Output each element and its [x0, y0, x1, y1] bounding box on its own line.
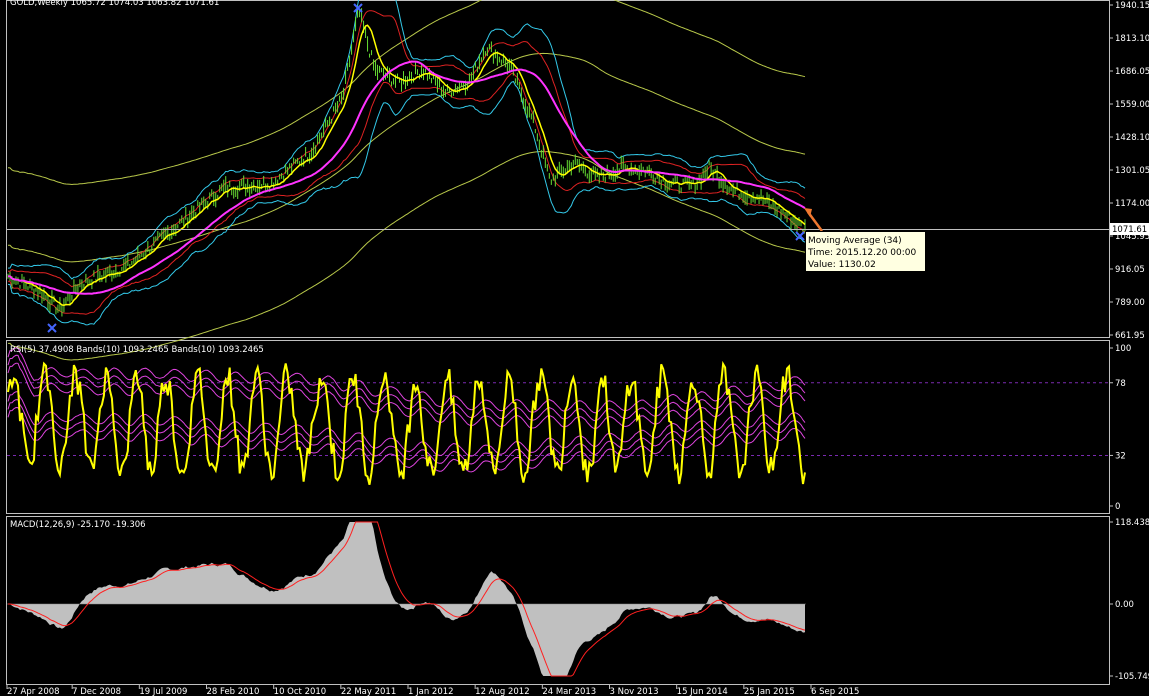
trading-chart[interactable]: GOLD,Weekly 1065.72 1074.03 1063.82 1071… [0, 0, 1149, 696]
tooltip-value: Value: 1130.02 [808, 260, 876, 270]
macd-tick-label: -105.749 [1115, 672, 1149, 682]
rsi-tick-label: 78 [1115, 379, 1126, 389]
current-price-label: 1071.61 [1112, 225, 1147, 235]
time-tick-label: 27 Apr 2008 [7, 687, 60, 696]
time-tick-label: 28 Feb 2010 [207, 687, 260, 696]
macd-panel-title: MACD(12,26,9) -25.170 -19.306 [10, 520, 146, 530]
time-tick-label: 24 Mar 2013 [542, 687, 596, 696]
price-tick-label: 916.05 [1115, 265, 1145, 275]
rsi-panel-title: RSI(5) 37.4908 Bands(10) 1093.2465 Bands… [10, 345, 264, 355]
time-tick-label: 15 Jun 2014 [677, 687, 728, 696]
time-tick-label: 19 Jul 2009 [139, 687, 187, 696]
time-tick-label: 25 Jan 2015 [744, 687, 795, 696]
time-tick-label: 7 Dec 2008 [72, 687, 121, 696]
tooltip-time: Time: 2015.12.20 00:00 [807, 248, 917, 258]
rsi-tick-label: 0 [1115, 502, 1120, 512]
price-tick-label: 789.00 [1115, 298, 1145, 308]
rsi-tick-label: 100 [1115, 344, 1131, 354]
macd-tick-label: 0.00 [1115, 600, 1134, 610]
price-tick-label: 1301.05 [1115, 166, 1149, 176]
time-tick-label: 22 May 2011 [341, 687, 396, 696]
price-panel-title: GOLD,Weekly 1065.72 1074.03 1063.82 1071… [10, 0, 219, 8]
ma-tooltip: Moving Average (34) Time: 2015.12.20 00:… [805, 231, 926, 272]
tooltip-title: Moving Average (34) [808, 236, 902, 246]
price-tick-label: 661.95 [1115, 331, 1145, 341]
rsi-tick-label: 32 [1115, 451, 1126, 461]
price-tick-label: 1174.00 [1115, 199, 1149, 209]
price-tick-label: 1559.00 [1115, 100, 1149, 110]
price-tick-label: 1686.05 [1115, 67, 1149, 77]
time-tick-label: 3 Nov 2013 [610, 687, 659, 696]
price-tick-label: 1428.10 [1115, 133, 1149, 143]
time-tick-label: 1 Jan 2012 [408, 687, 454, 696]
price-tick-label: 1940.15 [1115, 1, 1149, 11]
macd-tick-label: 118.438 [1115, 518, 1149, 528]
time-tick-label: 12 Aug 2012 [475, 687, 529, 696]
time-tick-label: 6 Sep 2015 [811, 687, 859, 696]
time-tick-label: 10 Oct 2010 [274, 687, 327, 696]
price-tick-label: 1813.10 [1115, 34, 1149, 44]
